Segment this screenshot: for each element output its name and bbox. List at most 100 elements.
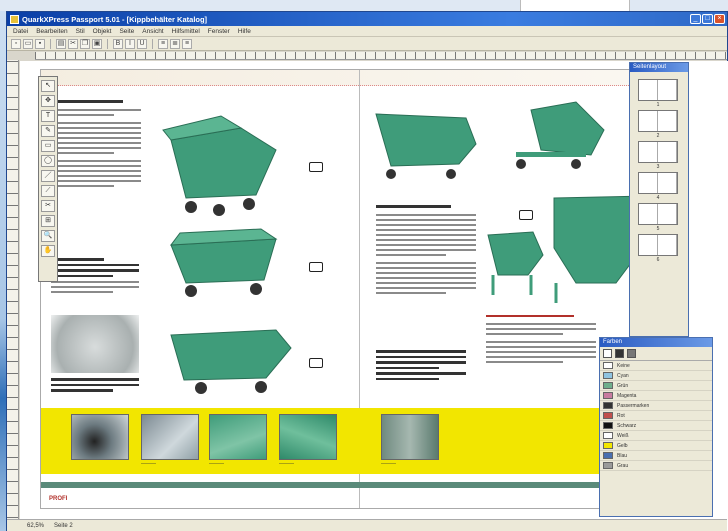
menu-page[interactable]: Seite <box>119 28 134 35</box>
hand-icon[interactable]: ✋ <box>41 245 55 257</box>
bold-icon[interactable]: B <box>113 38 123 49</box>
page-number: 6 <box>656 257 660 263</box>
move-tool-icon[interactable]: ✥ <box>41 95 55 107</box>
new-doc-icon[interactable]: ▫ <box>11 38 21 49</box>
swatch-name: Schwarz <box>617 422 637 429</box>
menu-file[interactable]: Datei <box>13 28 28 35</box>
desktop-top-strip <box>0 0 728 11</box>
menu-edit[interactable]: Bearbeiten <box>36 28 67 35</box>
vertical-ruler[interactable] <box>7 60 19 530</box>
menu-utilities[interactable]: Hilfsmittel <box>172 28 200 35</box>
right-text-block-1[interactable] <box>376 205 476 297</box>
green-hopper-2[interactable] <box>166 225 286 305</box>
oval-tool-icon[interactable]: ◯ <box>41 155 55 167</box>
hook-photo <box>381 414 439 460</box>
orthogonal-line-icon[interactable]: ⟋ <box>41 185 55 197</box>
menu-help[interactable]: Hilfe <box>238 28 251 35</box>
page-thumb[interactable] <box>638 141 678 163</box>
maximize-button[interactable]: □ <box>702 14 713 24</box>
swatch-name: Weiß <box>617 432 629 439</box>
right-bullet-list[interactable] <box>376 350 466 383</box>
menu-item[interactable]: Objekt <box>93 28 112 35</box>
right-text-block-2[interactable] <box>486 315 596 366</box>
stapler-icon <box>519 210 533 220</box>
close-button[interactable]: × <box>714 14 725 24</box>
swatch-row[interactable]: Gelb <box>600 441 712 451</box>
menu-bar: Datei Bearbeiten Stil Objekt Seite Ansic… <box>7 26 727 37</box>
photo-caption-line: ——— <box>381 461 396 467</box>
swatch-row[interactable]: Keine <box>600 361 712 371</box>
window-title: QuarkXPress Passport 5.01 - [Kippbehälte… <box>22 14 208 24</box>
align-center-icon[interactable]: ≣ <box>170 38 180 49</box>
swatch-name: Gelb <box>617 442 628 449</box>
footer-logo: PROFI <box>49 496 68 502</box>
stapler-icon <box>309 358 323 368</box>
zoom-level[interactable]: 62,5% <box>27 523 44 529</box>
green-hopper-1[interactable] <box>161 110 281 218</box>
pen-tool-icon[interactable]: ✎ <box>41 125 55 137</box>
color-chip <box>603 442 613 449</box>
swatch-row[interactable]: Magenta <box>600 391 712 401</box>
swatch-row[interactable]: Grau <box>600 461 712 471</box>
status-bar: 62,5% Seite 2 <box>7 519 727 531</box>
zoom-icon[interactable]: 🔍 <box>41 230 55 242</box>
colors-palette-title[interactable]: Farben <box>600 338 712 347</box>
swatch-row[interactable]: Passermarken <box>600 401 712 411</box>
color-chip <box>603 362 613 369</box>
text-color-icon[interactable] <box>615 349 624 358</box>
menu-style[interactable]: Stil <box>76 28 85 35</box>
green-hopper-small[interactable] <box>483 220 553 300</box>
item-tool-icon[interactable]: ↖ <box>41 80 55 92</box>
spec-text-block[interactable] <box>51 258 139 296</box>
line-tool-icon[interactable]: ／ <box>41 170 55 182</box>
color-chip <box>603 422 613 429</box>
frame-color-icon[interactable] <box>603 349 612 358</box>
open-icon[interactable]: ▭ <box>23 38 33 49</box>
swatch-name: Grau <box>617 462 629 469</box>
stapler-icon <box>309 162 323 172</box>
swatch-row[interactable]: Schwarz <box>600 421 712 431</box>
page-thumb[interactable] <box>638 234 678 256</box>
page-thumb[interactable] <box>638 79 678 101</box>
cut-icon[interactable]: ✂ <box>68 38 78 49</box>
horizontal-ruler[interactable] <box>35 52 727 60</box>
page-number: 5 <box>656 226 660 232</box>
copy-icon[interactable]: ❐ <box>80 38 90 49</box>
text-tool-icon[interactable]: T <box>41 110 55 122</box>
minimize-button[interactable]: _ <box>690 14 701 24</box>
page-thumb[interactable] <box>638 203 678 225</box>
intro-text-block[interactable] <box>51 100 141 190</box>
italic-icon[interactable]: I <box>125 38 135 49</box>
print-icon[interactable]: ▤ <box>56 38 66 49</box>
swatch-row[interactable]: Rot <box>600 411 712 421</box>
swatch-row[interactable]: Grün <box>600 381 712 391</box>
swatch-row[interactable]: Blau <box>600 451 712 461</box>
rect-tool-icon[interactable]: ▭ <box>41 140 55 152</box>
scissors-icon[interactable]: ✂ <box>41 200 55 212</box>
page-indicator[interactable]: Seite 2 <box>54 523 73 529</box>
photo-caption-line: ——— <box>209 461 224 467</box>
menu-view[interactable]: Ansicht <box>142 28 163 35</box>
color-chip <box>603 392 613 399</box>
page-thumb[interactable] <box>638 172 678 194</box>
colors-palette: Farben Keine Cyan Grün Magenta Passermarken R… <box>599 337 713 517</box>
page-layout-palette-title[interactable]: Seitenlayout <box>630 63 688 72</box>
table-tool-icon[interactable]: ⊞ <box>41 215 55 227</box>
fill-color-icon[interactable] <box>627 349 636 358</box>
photo-caption-line: ——— <box>141 461 156 467</box>
green-hopper-3[interactable] <box>166 320 296 400</box>
title-bar[interactable]: QuarkXPress Passport 5.01 - [Kippbehälte… <box>7 12 727 26</box>
menu-window[interactable]: Fenster <box>208 28 230 35</box>
page-thumb[interactable] <box>638 110 678 132</box>
paste-icon[interactable]: ▣ <box>92 38 102 49</box>
swatch-row[interactable]: Cyan <box>600 371 712 381</box>
green-hopper-4[interactable] <box>371 104 481 184</box>
green-hopper-tilted[interactable] <box>496 100 606 180</box>
yellow-photo-band[interactable]: ——— ——— ——— ——— <box>41 408 671 474</box>
swatch-row[interactable]: Weiß <box>600 431 712 441</box>
page-spread[interactable]: ——— ——— ——— ——— PROFI <box>40 69 671 509</box>
align-left-icon[interactable]: ≡ <box>158 38 168 49</box>
underline-icon[interactable]: U <box>137 38 147 49</box>
align-right-icon[interactable]: ≡ <box>182 38 192 49</box>
save-icon[interactable]: ▪ <box>35 38 45 49</box>
